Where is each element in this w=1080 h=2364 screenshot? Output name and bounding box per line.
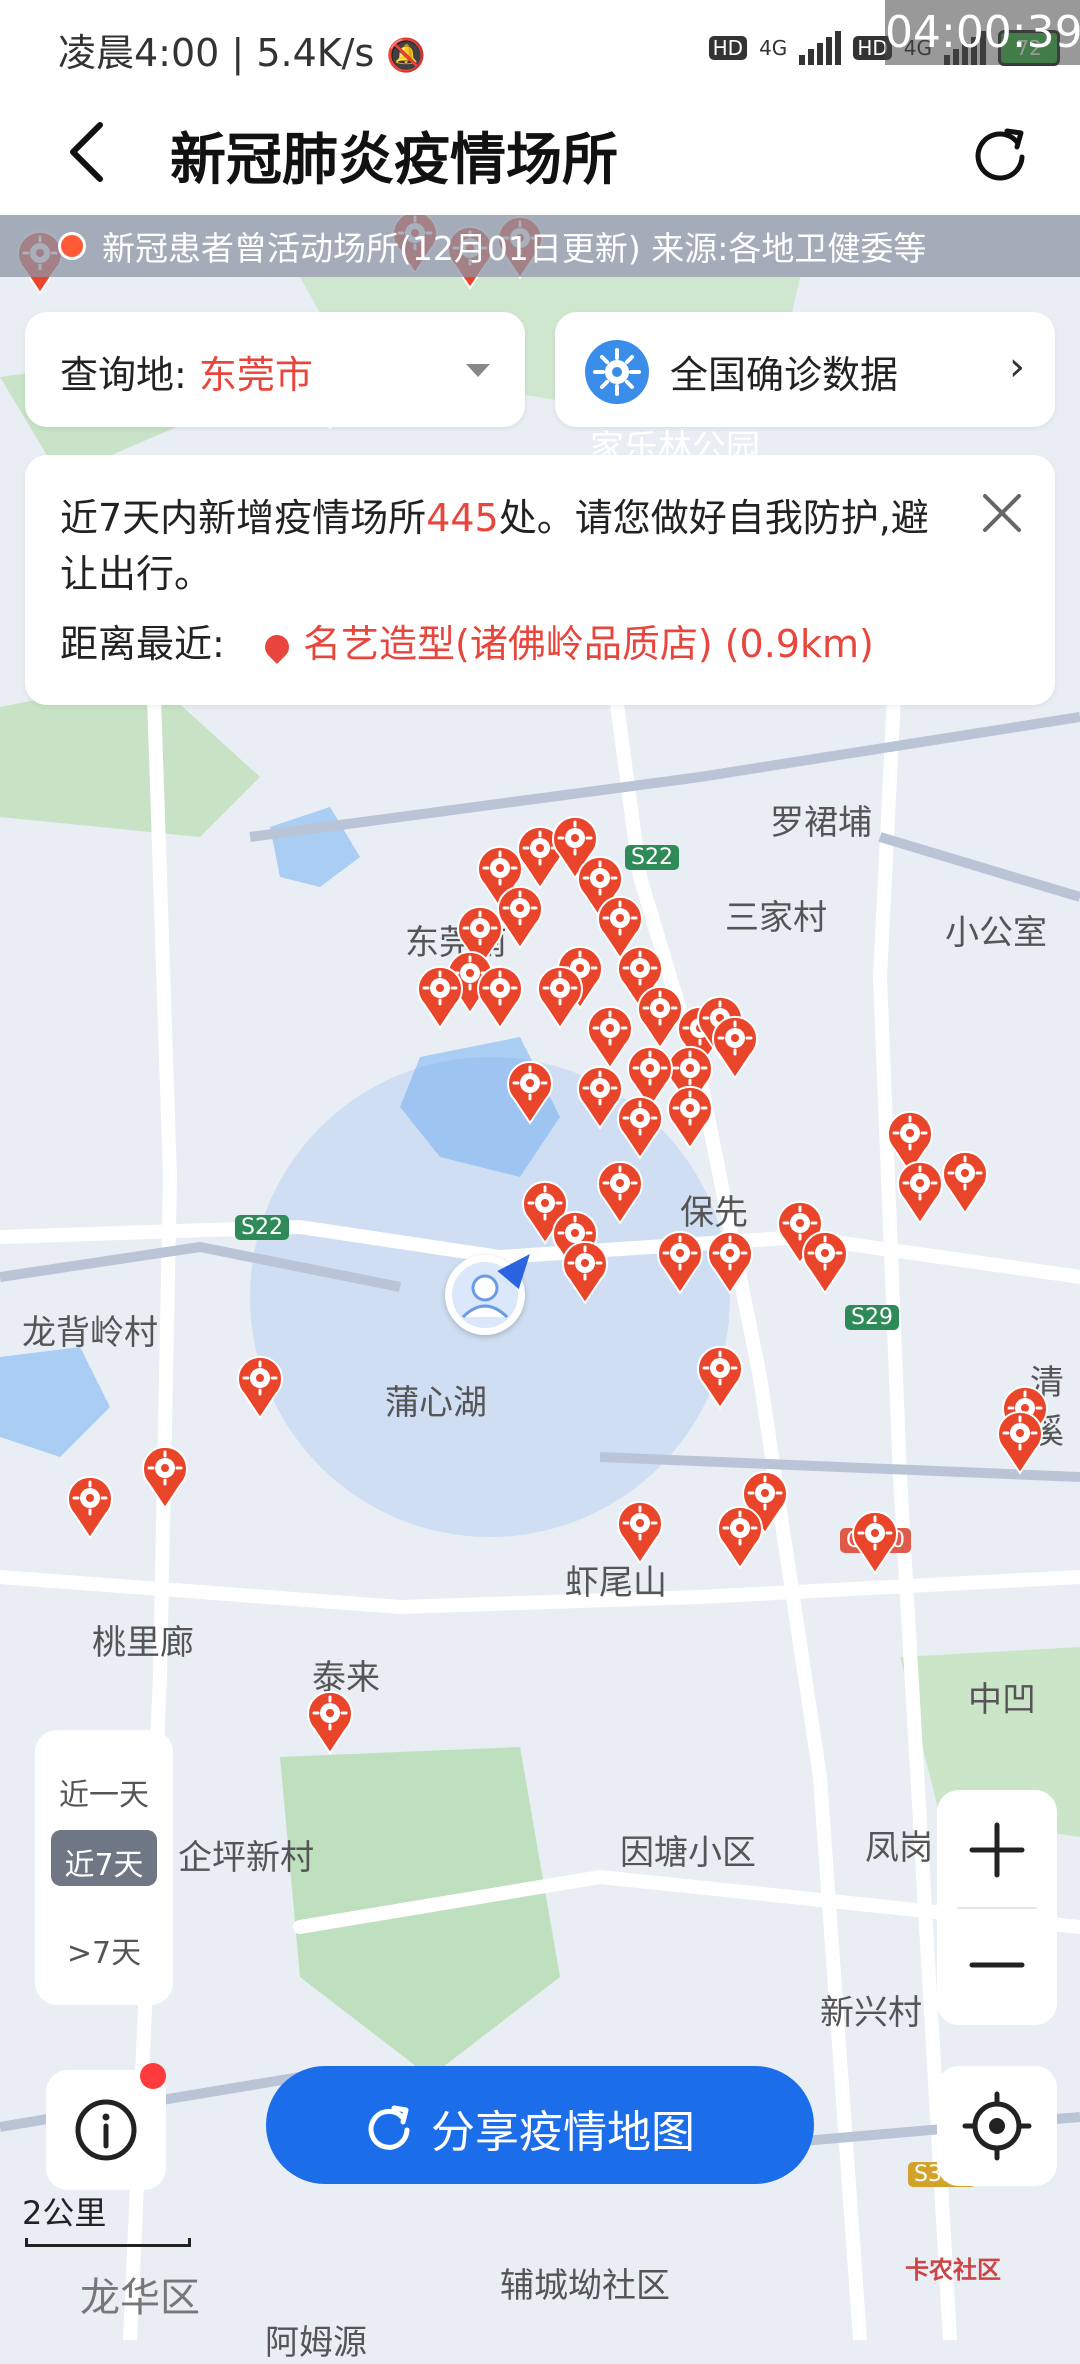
close-button[interactable] — [979, 490, 1025, 536]
scale-label: 2公里 — [22, 2194, 107, 2232]
filter-item-1day[interactable]: 近一天 — [35, 1770, 173, 1814]
road-shield: S22 — [235, 1215, 289, 1240]
share-refresh-button[interactable] — [965, 117, 1035, 187]
notification-dot — [140, 2063, 166, 2089]
map-label: 企坪新村 — [178, 1838, 314, 1878]
road-shield: S22 — [625, 845, 679, 870]
virus-glyph — [593, 348, 641, 396]
map-label: 龙背岭村 — [22, 1313, 158, 1353]
info-summary: 近7天内新增疫情场所445处。请您做好自我防护,避让出行。 — [60, 490, 940, 602]
plus-icon — [969, 1822, 1025, 1878]
status-bar: 凌晨4:00 | 5.4K/s 🔕 HD 4G HD 4G 72 04:00:3… — [0, 0, 1080, 95]
national-data-label: 全国确诊数据 — [670, 353, 899, 397]
city-label: 查询地: 东莞市 — [60, 344, 313, 399]
virus-case-marker-icon[interactable] — [664, 1084, 716, 1150]
info-prefix: 近7天内新增疫情场所 — [60, 496, 427, 540]
virus-case-marker-icon[interactable] — [849, 1509, 901, 1575]
virus-case-marker-icon[interactable] — [534, 964, 586, 1030]
map-label: 辅城坳社区 — [500, 2266, 670, 2306]
status-time: 凌晨4:00 | 5.4K/s 🔕 — [58, 31, 427, 75]
signal-icon — [799, 31, 842, 65]
back-button[interactable] — [55, 117, 125, 187]
virus-case-marker-icon[interactable] — [994, 1409, 1046, 1475]
scale-bar — [25, 2238, 191, 2247]
share-map-button[interactable]: 分享疫情地图 — [266, 2066, 814, 2184]
virus-case-marker-icon[interactable] — [614, 1094, 666, 1160]
city-value: 东莞市 — [198, 353, 313, 397]
back-arrow-icon — [70, 122, 103, 182]
filter-item-7days[interactable]: 近7天 — [35, 1840, 173, 1884]
road-shield: S29 — [845, 1305, 899, 1330]
virus-case-marker-icon[interactable] — [139, 1444, 191, 1510]
map-label: 小公室 — [945, 913, 1047, 953]
virus-icon — [585, 340, 649, 404]
virus-case-marker-icon[interactable] — [939, 1149, 991, 1215]
net-type: 4G — [759, 36, 788, 60]
info-count: 445 — [426, 496, 499, 540]
mute-bell-icon: 🔕 — [386, 36, 427, 74]
refresh-icon — [975, 128, 1025, 181]
zoom-in-button[interactable] — [937, 1790, 1057, 1907]
virus-case-marker-icon[interactable] — [304, 1689, 356, 1755]
map-label: 保先 — [680, 1193, 748, 1233]
share-icon — [368, 2105, 410, 2150]
zoom-out-button[interactable] — [937, 1908, 1057, 2025]
nearest-place-text: 名艺造型(诸佛岭品质店) (0.9km) — [303, 622, 874, 666]
virus-case-marker-icon[interactable] — [474, 964, 526, 1030]
virus-case-marker-icon[interactable] — [704, 1229, 756, 1295]
hd-badge: HD — [708, 36, 748, 60]
map-label: 罗裙埔 — [770, 803, 872, 843]
time-filter: 近一天 近7天 >7天 — [35, 1730, 173, 2005]
virus-case-marker-icon[interactable] — [559, 1239, 611, 1305]
virus-case-marker-icon[interactable] — [709, 1014, 761, 1080]
minus-icon — [969, 1962, 1025, 1968]
page-title: 新冠肺炎疫情场所 — [170, 128, 618, 193]
national-data-button[interactable]: 全国确诊数据 › — [555, 312, 1055, 427]
virus-case-marker-icon[interactable] — [799, 1229, 851, 1295]
virus-case-marker-icon[interactable] — [614, 1499, 666, 1565]
status-speed: 5.4K/s — [256, 31, 375, 75]
map-label: 三家村 — [725, 898, 827, 938]
map-label: 蒲心湖 — [385, 1383, 487, 1423]
virus-case-marker-icon[interactable] — [714, 1504, 766, 1570]
locate-me-button[interactable] — [937, 2066, 1057, 2186]
update-banner: 新冠患者曾活动场所(12月01日更新) 来源:各地卫健委等 — [0, 215, 1080, 277]
overlay-clock: 04:00:39 — [885, 0, 1080, 65]
alert-dot-icon — [58, 232, 86, 260]
title-bar: 新冠肺炎疫情场所 — [0, 95, 1080, 215]
city-selector[interactable]: 查询地: 东莞市 — [25, 312, 525, 427]
virus-case-marker-icon[interactable] — [504, 1059, 556, 1125]
location-pin-icon — [260, 629, 294, 664]
map-label: 因塘小区 — [620, 1833, 756, 1873]
nearest-place-link[interactable]: 名艺造型(诸佛岭品质店) (0.9km) — [260, 613, 874, 668]
virus-case-marker-icon[interactable] — [234, 1354, 286, 1420]
filter-item-over7days[interactable]: >7天 — [35, 1928, 173, 1972]
virus-case-marker-icon[interactable] — [694, 1344, 746, 1410]
share-map-label: 分享疫情地图 — [431, 2107, 695, 2158]
banner-text: 新冠患者曾活动场所(12月01日更新) 来源:各地卫健委等 — [102, 229, 927, 268]
virus-case-marker-icon[interactable] — [594, 1159, 646, 1225]
zoom-control — [937, 1790, 1057, 2025]
info-notice: 近7天内新增疫情场所445处。请您做好自我防护,避让出行。 距离最近: 名艺造型… — [25, 455, 1055, 705]
map-label: 凤岗 — [865, 1828, 933, 1868]
watermark: 卡农社区 — [905, 2256, 1001, 2284]
nearest-label: 距离最近: — [60, 622, 225, 666]
city-label-text: 查询地: — [60, 353, 187, 397]
virus-case-marker-icon[interactable] — [654, 1229, 706, 1295]
chevron-right-icon: › — [1009, 344, 1025, 390]
virus-case-marker-icon[interactable] — [414, 964, 466, 1030]
virus-case-marker-icon[interactable] — [64, 1474, 116, 1540]
crosshair-icon — [962, 2091, 1032, 2161]
status-clock: 凌晨4:00 — [58, 31, 220, 75]
map-label: 中凹 — [968, 1680, 1036, 1720]
map-label: 龙华区 — [80, 2275, 200, 2321]
close-icon — [983, 494, 1021, 532]
map-label: 桃里廊 — [92, 1623, 194, 1663]
map-label: 新兴村 — [820, 1993, 922, 2033]
dropdown-caret-icon — [466, 364, 490, 377]
